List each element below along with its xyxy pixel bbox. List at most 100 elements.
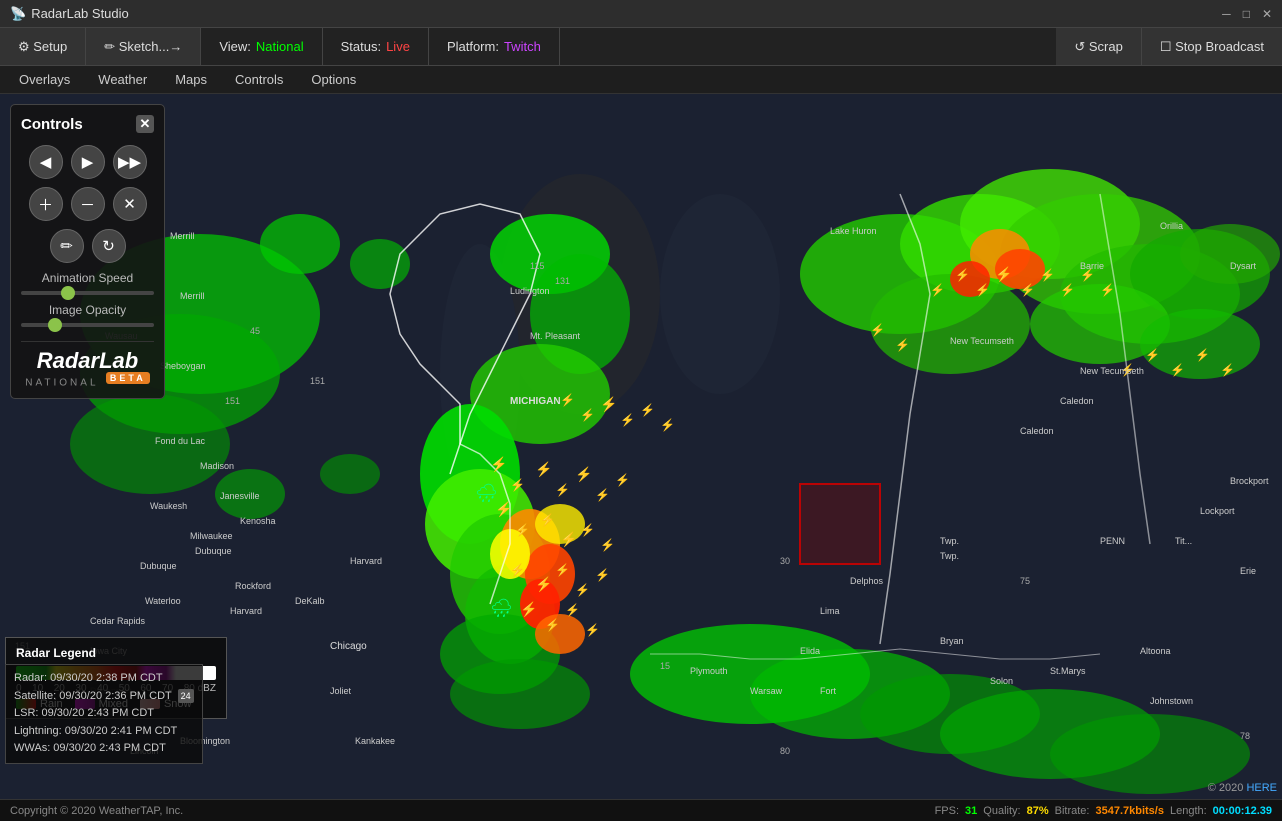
svg-text:⚡: ⚡ [565, 603, 580, 617]
svg-text:⚡: ⚡ [595, 568, 610, 582]
svg-text:Fond du Lac: Fond du Lac [155, 436, 206, 446]
menu-options[interactable]: Options [297, 68, 370, 91]
controls-close-button[interactable]: ✕ [136, 115, 154, 133]
extra-controls: ✏ ↻ [21, 229, 154, 263]
app-icon: 📡 [10, 6, 26, 22]
svg-text:⚡: ⚡ [520, 601, 537, 618]
sketch-button[interactable]: ✏ Sketch...→ [86, 28, 201, 65]
svg-text:80: 80 [780, 746, 790, 756]
svg-text:⚡: ⚡ [540, 513, 555, 527]
app-title: 📡 RadarLab Studio [10, 6, 129, 22]
edit-button[interactable]: ✏ [50, 229, 84, 263]
forward-button[interactable]: ▶▶ [113, 145, 147, 179]
svg-text:⚡: ⚡ [640, 403, 655, 417]
quality-label: Quality: [983, 805, 1020, 817]
play-button[interactable]: ▶ [71, 145, 105, 179]
svg-text:⚡: ⚡ [575, 466, 592, 483]
svg-text:Dubuque: Dubuque [140, 561, 177, 571]
svg-text:Orillia: Orillia [1160, 221, 1183, 231]
svg-text:DeKalb: DeKalb [295, 596, 325, 606]
svg-text:Johnstown: Johnstown [1150, 696, 1193, 706]
svg-text:⚡: ⚡ [555, 563, 570, 577]
zoom-out-button[interactable]: ✕ [113, 187, 147, 221]
svg-text:⚡: ⚡ [515, 523, 530, 537]
minimize-button[interactable]: ─ [1222, 7, 1231, 21]
svg-text:⚡: ⚡ [1145, 348, 1160, 362]
timestamps-panel: Radar: 09/30/20 2:38 PM CDT Satellite: 0… [5, 664, 203, 764]
satellite-timestamp: Satellite: 09/30/20 2:36 PM CDT 24 [14, 688, 194, 706]
status-bar: Copyright © 2020 WeatherTAP, Inc. FPS: 3… [0, 799, 1282, 821]
maximize-button[interactable]: □ [1243, 7, 1250, 21]
svg-text:⚡: ⚡ [600, 396, 617, 413]
zoom-in-button[interactable]: ＋ [29, 187, 63, 221]
logo-text: RadarLab [21, 350, 154, 372]
svg-text:Brockport: Brockport [1230, 476, 1269, 486]
svg-text:Lake Huron: Lake Huron [830, 226, 877, 236]
menubar: Overlays Weather Maps Controls Options [0, 66, 1282, 94]
radarlab-logo: RadarLab NATIONAL BETA [21, 341, 154, 388]
status-value: Live [386, 39, 410, 54]
svg-text:Harvard: Harvard [230, 606, 262, 616]
svg-text:⚡: ⚡ [535, 461, 552, 478]
fps-label: FPS: [935, 805, 959, 817]
svg-text:45: 45 [250, 326, 260, 336]
svg-text:🌧: 🌧 [475, 483, 498, 503]
setup-button[interactable]: ⚙ Setup [0, 28, 86, 65]
svg-text:Altoona: Altoona [1140, 646, 1171, 656]
menu-overlays[interactable]: Overlays [5, 68, 84, 91]
controls-panel: Controls ✕ ◀ ▶ ▶▶ ＋ － ✕ ✏ ↻ Animation Sp… [10, 104, 165, 399]
svg-text:Caledon: Caledon [1020, 426, 1054, 436]
here-link[interactable]: HERE [1246, 782, 1277, 794]
svg-text:⚡: ⚡ [580, 408, 595, 422]
close-button[interactable]: ✕ [1262, 7, 1272, 21]
animation-speed-label: Animation Speed [21, 271, 154, 285]
controls-title: Controls [21, 116, 83, 133]
scrap-button[interactable]: ↺ Scrap [1056, 28, 1141, 65]
svg-text:Solon: Solon [990, 676, 1013, 686]
window-controls[interactable]: ─ □ ✕ [1222, 7, 1272, 21]
svg-text:New Tecumseth: New Tecumseth [1080, 366, 1144, 376]
svg-text:⚡: ⚡ [575, 583, 590, 597]
legend-title: Radar Legend [16, 646, 216, 660]
svg-text:Rockford: Rockford [235, 581, 271, 591]
image-opacity-thumb[interactable] [48, 318, 62, 332]
lightning-timestamp: Lightning: 09/30/20 2:41 PM CDT [14, 723, 194, 741]
svg-text:⚡: ⚡ [1020, 283, 1035, 297]
view-value: National [256, 39, 304, 54]
svg-text:Janesville: Janesville [220, 491, 260, 501]
svg-text:⚡: ⚡ [580, 523, 595, 537]
svg-text:⚡: ⚡ [545, 618, 560, 632]
svg-text:⚡: ⚡ [1100, 283, 1115, 297]
menu-weather[interactable]: Weather [84, 68, 161, 91]
svg-text:Tit...: Tit... [1175, 536, 1192, 546]
satellite-badge: 24 [178, 689, 194, 703]
zoom-controls: ＋ － ✕ [21, 187, 154, 221]
status-label: Status: [341, 39, 381, 54]
svg-text:Joliet: Joliet [330, 686, 352, 696]
svg-text:⚡: ⚡ [1170, 363, 1185, 377]
svg-text:Chicago: Chicago [330, 641, 367, 652]
rewind-button[interactable]: ◀ [29, 145, 63, 179]
svg-text:Barrie: Barrie [1080, 261, 1104, 271]
svg-text:Plymouth: Plymouth [690, 666, 728, 676]
svg-text:Twp.: Twp. [940, 551, 959, 561]
zoom-reset-button[interactable]: － [71, 187, 105, 221]
refresh-button[interactable]: ↻ [92, 229, 126, 263]
svg-text:⚡: ⚡ [955, 268, 970, 282]
stop-broadcast-button[interactable]: ☐ Stop Broadcast [1142, 28, 1282, 65]
svg-text:⚡: ⚡ [620, 413, 635, 427]
svg-text:St.Marys: St.Marys [1050, 666, 1086, 676]
image-opacity-label: Image Opacity [21, 303, 154, 317]
svg-text:Harvard: Harvard [350, 556, 382, 566]
svg-text:Warsaw: Warsaw [750, 686, 783, 696]
animation-speed-thumb[interactable] [61, 286, 75, 300]
menu-controls[interactable]: Controls [221, 68, 297, 91]
bitrate-value: 3547.7kbits/s [1095, 805, 1164, 817]
svg-text:30: 30 [780, 556, 790, 566]
bitrate-label: Bitrate: [1055, 805, 1090, 817]
controls-header: Controls ✕ [21, 115, 154, 133]
svg-text:151: 151 [225, 396, 240, 406]
menu-maps[interactable]: Maps [161, 68, 221, 91]
svg-text:Madison: Madison [200, 461, 234, 471]
svg-text:Kankakee: Kankakee [355, 736, 395, 746]
